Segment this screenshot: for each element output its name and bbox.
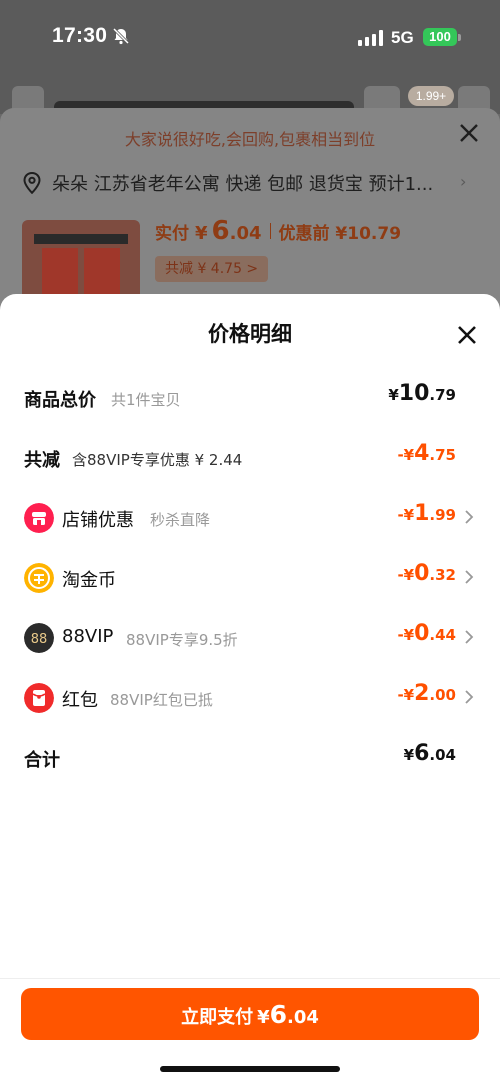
- row-amount: ¥ 6 .04: [404, 741, 456, 766]
- amount-int: 6: [414, 741, 430, 766]
- before-discount-price: 优惠前 ¥10.79: [278, 224, 402, 244]
- pay-now-button[interactable]: 立即支付 ¥ 6 .04: [21, 988, 479, 1040]
- paid-dec: .04: [229, 223, 262, 244]
- status-time: 17:30: [52, 24, 108, 47]
- pay-button-label: 立即支付: [181, 1007, 254, 1028]
- row-88vip[interactable]: 88 88VIP 88VIP专享9.5折 - ¥ 0 .44: [0, 617, 500, 657]
- amount-dec: .04: [429, 746, 456, 764]
- row-label: 88VIP: [62, 626, 114, 647]
- row-amount: - ¥ 0 .32: [397, 561, 456, 586]
- address-text: 朵朵 江苏省老年公寓 快递 包邮 退货宝 预计1...: [52, 174, 434, 195]
- row-subtext: 88VIP专享9.5折: [126, 631, 238, 649]
- status-bar: 17:30 5G 100: [0, 0, 500, 74]
- sheet-title: 价格明细: [208, 322, 292, 346]
- red-packet-icon: [24, 683, 54, 713]
- row-label: 共减: [24, 450, 60, 471]
- paid-label: 实付: [155, 224, 189, 244]
- row-amount: - ¥ 2 .00: [397, 681, 456, 706]
- battery-icon: 100: [423, 28, 457, 46]
- chevron-right-icon[interactable]: [464, 509, 474, 525]
- row-taojinbi[interactable]: 淘金币 - ¥ 0 .32: [0, 557, 500, 597]
- amount-currency: ¥: [403, 446, 415, 464]
- home-indicator[interactable]: [160, 1066, 340, 1072]
- amount-dec: .44: [429, 626, 456, 644]
- review-banner: 大家说很好吃,会回购,包裹相当到位: [124, 130, 376, 149]
- amount-dec: .32: [429, 566, 456, 584]
- battery-tip: [458, 34, 461, 41]
- row-subtext: 秒杀直降: [150, 511, 211, 529]
- vip-icon-text: 88: [31, 632, 48, 647]
- amount-dec: .99: [429, 506, 456, 524]
- row-amount: ¥ 10 .79: [388, 381, 456, 406]
- amount-currency: ¥: [403, 626, 415, 644]
- row-label: 合计: [24, 750, 60, 771]
- row-subtext: 含88VIP专享优惠 ¥ 2.44: [72, 451, 243, 469]
- coin-icon: [24, 563, 54, 593]
- amount-dec: .79: [429, 386, 456, 404]
- row-red-packet[interactable]: 红包 88VIP红包已抵 - ¥ 2 .00: [0, 677, 500, 717]
- chevron-right-icon[interactable]: [464, 689, 474, 705]
- pay-button-currency: ¥: [257, 1007, 270, 1028]
- shop-icon: [24, 503, 54, 533]
- amount-currency: ¥: [403, 566, 415, 584]
- amount-int: 2: [414, 681, 430, 706]
- row-subtext: 共1件宝贝: [111, 391, 181, 409]
- paid-currency: ¥: [195, 223, 208, 244]
- amount-currency: ¥: [403, 746, 415, 764]
- amount-int: 1: [414, 501, 430, 526]
- background-close-icon: [460, 124, 478, 142]
- amount-currency: ¥: [403, 506, 415, 524]
- amount-int: 0: [414, 621, 430, 646]
- network-type: 5G: [391, 28, 414, 47]
- amount-currency: ¥: [388, 386, 399, 404]
- bell-off-icon: [112, 27, 130, 45]
- row-subtext: 88VIP红包已抵: [110, 691, 213, 709]
- address-chevron-icon: ›: [460, 172, 467, 191]
- row-amount: - ¥ 0 .44: [397, 621, 456, 646]
- close-icon[interactable]: [456, 324, 478, 346]
- row-amount: - ¥ 1 .99: [397, 501, 456, 526]
- pay-button-int: 6: [269, 1000, 288, 1029]
- paid-int: 6: [211, 216, 230, 246]
- row-label: 店铺优惠: [62, 510, 134, 531]
- signal-icon: [358, 30, 383, 46]
- amount-int: 4: [414, 441, 430, 466]
- pay-button-dec: .04: [287, 1007, 319, 1028]
- reduce-chip: 共减 ¥ 4.75 >: [155, 256, 269, 282]
- chevron-right-icon[interactable]: [464, 629, 474, 645]
- row-amount: - ¥ 4 .75: [397, 441, 456, 466]
- address-row: 朵朵 江苏省老年公寓 快递 包邮 退货宝 预计1... ›: [22, 170, 482, 196]
- paid-amount: 实付 ¥ 6 .04 优惠前 ¥10.79: [155, 216, 401, 246]
- chevron-right-icon[interactable]: [464, 569, 474, 585]
- location-pin-icon: [23, 172, 41, 194]
- amount-dec: .75: [429, 446, 456, 464]
- thumbnail-strip: [34, 234, 128, 244]
- row-goods-total: 商品总价 共1件宝贝 ¥ 10 .79: [0, 377, 500, 417]
- vip-88-icon: 88: [24, 623, 54, 653]
- footer-divider: [0, 978, 500, 979]
- row-label: 红包: [62, 690, 98, 711]
- amount-int: 0: [414, 561, 430, 586]
- row-shop-discount[interactable]: 店铺优惠 秒杀直降 - ¥ 1 .99: [0, 497, 500, 537]
- amount-currency: ¥: [403, 686, 415, 704]
- row-label: 淘金币: [62, 570, 116, 591]
- row-label: 商品总价: [24, 390, 96, 411]
- amount-int: 10: [398, 381, 430, 406]
- row-total: 合计 ¥ 6 .04: [0, 737, 500, 777]
- cart-badge: 1.99+: [408, 86, 454, 106]
- amount-dec: .00: [429, 686, 456, 704]
- row-total-reduction: 共减 含88VIP专享优惠 ¥ 2.44 - ¥ 4 .75: [0, 437, 500, 477]
- price-detail-sheet: 价格明细 商品总价 共1件宝贝 ¥ 10 .79 共减 含88VIP专享优惠 ¥…: [0, 294, 500, 1084]
- paid-separator: [269, 223, 271, 239]
